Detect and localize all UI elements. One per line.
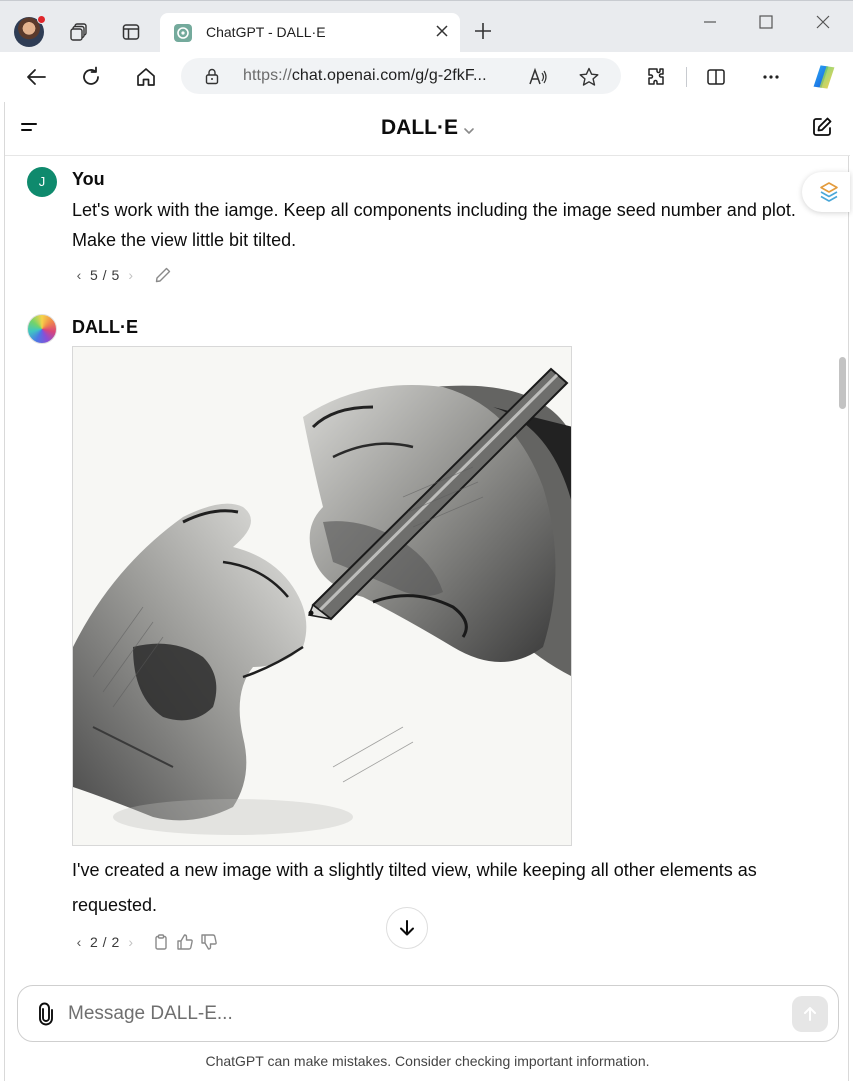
next-response-button[interactable]: › bbox=[124, 934, 138, 950]
message-input[interactable] bbox=[68, 1000, 768, 1028]
url-text: https://chat.openai.com/g/g-2fkF... bbox=[243, 67, 487, 85]
pencil-sketch-hands-image bbox=[73, 347, 571, 845]
user-avatar: J bbox=[27, 167, 57, 197]
plus-icon[interactable] bbox=[470, 19, 496, 45]
browser-toolbar: https://chat.openai.com/g/g-2fkF... bbox=[0, 52, 853, 102]
arrow-up-icon bbox=[804, 1007, 816, 1021]
scrollbar-thumb[interactable] bbox=[839, 357, 846, 409]
notification-dot bbox=[37, 15, 46, 24]
disclaimer-text: ChatGPT can make mistakes. Consider chec… bbox=[205, 1053, 650, 1069]
arrow-down-icon bbox=[400, 920, 414, 936]
extension-logo-icon bbox=[820, 182, 838, 202]
url-scheme: https:// bbox=[243, 67, 292, 84]
user-version-counter: 5 / 5 bbox=[90, 267, 120, 283]
thumbs-up-icon[interactable] bbox=[174, 931, 196, 953]
chat-page: DALL·E J You Let's work with the iamge. … bbox=[4, 102, 850, 1081]
paperclip-icon[interactable] bbox=[34, 1002, 58, 1026]
generated-image[interactable] bbox=[72, 346, 572, 846]
copilot-icon[interactable] bbox=[810, 63, 838, 91]
copy-icon[interactable] bbox=[150, 931, 172, 953]
refresh-icon[interactable] bbox=[77, 63, 105, 91]
assistant-version-counter: 2 / 2 bbox=[90, 934, 120, 950]
assistant-author-name: DALL·E bbox=[72, 317, 138, 337]
pencil-edit-icon[interactable] bbox=[152, 264, 174, 286]
gpt-title[interactable]: DALL·E bbox=[381, 116, 458, 140]
close-icon[interactable] bbox=[432, 23, 452, 43]
favorite-star-icon[interactable] bbox=[577, 65, 601, 89]
scroll-to-bottom-button[interactable] bbox=[386, 907, 428, 949]
lock-icon[interactable] bbox=[203, 67, 221, 90]
user-message-actions: ‹ 5 / 5 › bbox=[72, 264, 174, 286]
split-screen-icon[interactable] bbox=[702, 63, 730, 91]
chatgpt-favicon-icon bbox=[174, 24, 192, 42]
next-version-button[interactable]: › bbox=[124, 267, 138, 283]
read-aloud-icon[interactable] bbox=[526, 65, 550, 89]
tab-actions-icon[interactable] bbox=[118, 19, 144, 45]
message-composer bbox=[17, 985, 839, 1042]
more-icon[interactable] bbox=[757, 63, 785, 91]
assistant-message-actions: ‹ 2 / 2 › bbox=[72, 931, 220, 953]
close-window-icon[interactable] bbox=[809, 11, 837, 33]
address-bar[interactable]: https://chat.openai.com/g/g-2fkF... bbox=[181, 58, 621, 94]
workspaces-icon[interactable] bbox=[66, 19, 92, 45]
back-arrow-icon[interactable] bbox=[22, 63, 50, 91]
previous-version-button[interactable]: ‹ bbox=[72, 267, 86, 283]
send-button[interactable] bbox=[792, 996, 828, 1032]
dalle-avatar-icon bbox=[27, 314, 57, 344]
previous-response-button[interactable]: ‹ bbox=[72, 934, 86, 950]
maximize-icon[interactable] bbox=[752, 11, 780, 33]
chat-header: DALL·E bbox=[5, 102, 850, 156]
new-chat-icon[interactable] bbox=[811, 116, 835, 140]
menu-icon[interactable] bbox=[19, 118, 41, 140]
assistant-message-text: I've created a new image with a slightly… bbox=[72, 860, 757, 915]
home-icon[interactable] bbox=[132, 63, 160, 91]
browser-tab-active[interactable]: ChatGPT - DALL·E bbox=[160, 13, 460, 53]
browser-titlebar: ChatGPT - DALL·E bbox=[0, 0, 853, 53]
toolbar-divider bbox=[686, 67, 687, 87]
chevron-down-icon[interactable] bbox=[463, 124, 475, 142]
url-host: chat.openai.com/g/g-2fkF... bbox=[291, 67, 487, 84]
minimize-icon[interactable] bbox=[696, 11, 724, 33]
thumbs-down-icon[interactable] bbox=[198, 931, 220, 953]
user-message-text: Let's work with the iamge. Keep all comp… bbox=[72, 200, 796, 250]
extensions-icon[interactable] bbox=[642, 63, 670, 91]
tab-title: ChatGPT - DALL·E bbox=[206, 24, 326, 40]
profile-avatar-icon[interactable] bbox=[14, 15, 46, 47]
user-author-name: You bbox=[72, 169, 105, 189]
